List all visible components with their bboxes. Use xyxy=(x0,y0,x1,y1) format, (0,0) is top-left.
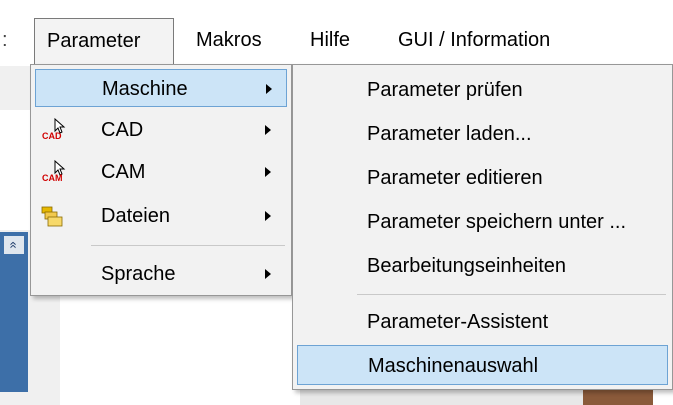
double-chevron-up-icon: « xyxy=(6,241,22,249)
menu-separator xyxy=(91,245,285,246)
menu-makros-label: Makros xyxy=(196,29,262,51)
menu-item-cam-label: CAM xyxy=(101,161,146,183)
menu-item-parameter-assistent[interactable]: Parameter-Assistent xyxy=(293,303,672,341)
menu-item-maschinenauswahl-label: Maschinenauswahl xyxy=(368,355,539,377)
collapse-panel-button[interactable]: « xyxy=(4,236,24,254)
menu-item-maschine[interactable]: Maschine xyxy=(35,69,287,107)
menu-item-maschinenauswahl[interactable]: Maschinenauswahl xyxy=(297,345,668,385)
menu-hilfe-label: Hilfe xyxy=(310,29,351,51)
menu-item-cam[interactable]: CAM CAM xyxy=(31,153,291,191)
menu-item-parameter-pruefen[interactable]: Parameter prüfen xyxy=(293,71,672,109)
submenu-arrow-icon xyxy=(265,269,271,279)
menu-parameter[interactable]: Parameter xyxy=(34,18,174,66)
menu-item-parameter-editieren-label: Parameter editieren xyxy=(367,167,543,189)
menu-hilfe[interactable]: Hilfe xyxy=(298,18,362,62)
menu-item-dateien-label: Dateien xyxy=(101,205,170,227)
menu-item-parameter-pruefen-label: Parameter prüfen xyxy=(367,79,523,101)
submenu-arrow-icon xyxy=(266,84,272,94)
cam-icon: CAM xyxy=(41,159,67,185)
menu-item-bearbeitungseinheiten-label: Bearbeitungseinheiten xyxy=(367,255,567,277)
folders-icon xyxy=(41,205,67,229)
menu-separator xyxy=(357,294,666,295)
menu-makros[interactable]: Makros xyxy=(184,18,274,62)
menu-gui-information-label: GUI / Information xyxy=(398,29,551,51)
parameter-dropdown: Maschine CAD CAD CAM CAM Dateien Sprache xyxy=(30,64,292,296)
menu-parameter-label: Parameter xyxy=(47,30,141,52)
menu-item-parameter-speichern-unter-label: Parameter speichern unter ... xyxy=(367,211,627,233)
submenu-arrow-icon xyxy=(265,125,271,135)
menu-item-bearbeitungseinheiten[interactable]: Bearbeitungseinheiten xyxy=(293,247,672,285)
svg-text:CAD: CAD xyxy=(42,131,62,141)
menubar-truncated-item[interactable]: : xyxy=(2,18,8,62)
menu-item-parameter-laden[interactable]: Parameter laden... xyxy=(293,115,672,153)
menu-item-parameter-editieren[interactable]: Parameter editieren xyxy=(293,159,672,197)
menu-item-sprache[interactable]: Sprache xyxy=(31,255,291,293)
menu-item-maschine-label: Maschine xyxy=(102,78,188,100)
menu-gui-information[interactable]: GUI / Information xyxy=(386,18,562,62)
svg-text:CAM: CAM xyxy=(42,173,63,183)
menu-item-parameter-assistent-label: Parameter-Assistent xyxy=(367,311,549,333)
menu-item-cad[interactable]: CAD CAD xyxy=(31,111,291,149)
submenu-arrow-icon xyxy=(265,211,271,221)
side-panel-strip xyxy=(0,232,28,392)
menu-item-cad-label: CAD xyxy=(101,119,144,141)
menu-item-parameter-speichern-unter[interactable]: Parameter speichern unter ... xyxy=(293,203,672,241)
menu-item-dateien[interactable]: Dateien xyxy=(31,197,291,235)
menu-item-sprache-label: Sprache xyxy=(101,263,176,285)
menu-item-parameter-laden-label: Parameter laden... xyxy=(367,123,532,145)
cad-icon: CAD xyxy=(41,117,67,143)
submenu-arrow-icon xyxy=(265,167,271,177)
maschine-submenu: Parameter prüfen Parameter laden... Para… xyxy=(292,64,673,390)
menubar: : Parameter Makros Hilfe GUI / Informati… xyxy=(0,18,673,66)
